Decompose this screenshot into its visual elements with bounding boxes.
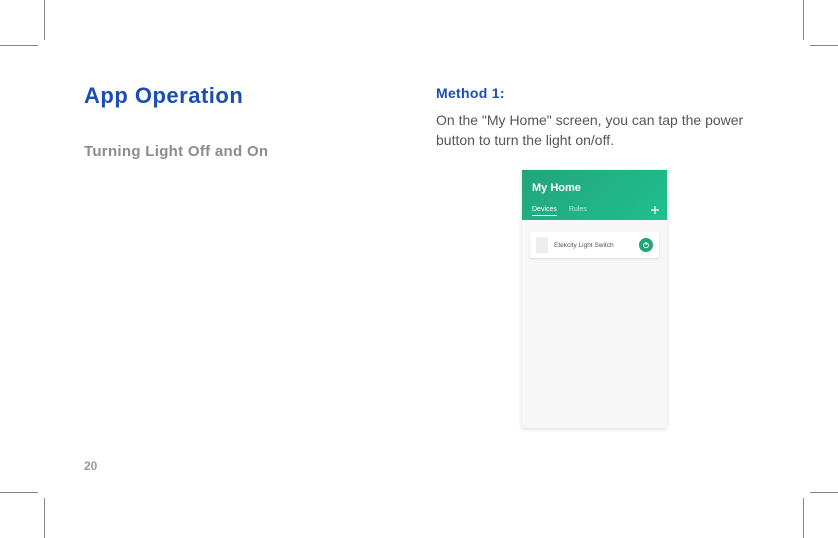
phone-app-title: My Home: [532, 182, 581, 194]
phone-screenshot: My Home Devices Rules Etekcity Light Swi…: [522, 170, 667, 428]
crop-mark: [810, 492, 838, 493]
section-title: App Operation: [84, 83, 384, 109]
tab-devices[interactable]: Devices: [532, 206, 557, 216]
power-button[interactable]: [639, 238, 653, 252]
crop-mark: [44, 498, 45, 538]
phone-tabs: Devices Rules: [532, 206, 587, 216]
phone-header: My Home Devices Rules: [522, 170, 667, 220]
crop-mark: [0, 492, 38, 493]
device-label: Etekcity Light Switch: [554, 242, 633, 249]
crop-mark: [0, 45, 38, 46]
plus-icon[interactable]: [651, 206, 659, 214]
subsection-title: Turning Light Off and On: [84, 143, 384, 160]
crop-mark: [803, 0, 804, 40]
crop-mark: [810, 45, 838, 46]
method-title: Method 1:: [436, 85, 776, 101]
crop-mark: [803, 498, 804, 538]
crop-mark: [44, 0, 45, 40]
page-number: 20: [84, 459, 97, 473]
device-thumbnail: [536, 237, 548, 253]
device-row[interactable]: Etekcity Light Switch: [530, 232, 659, 258]
left-column: App Operation Turning Light Off and On: [84, 83, 384, 160]
document-page: App Operation Turning Light Off and On M…: [44, 45, 804, 493]
tab-rules[interactable]: Rules: [569, 206, 587, 216]
right-column: Method 1: On the "My Home" screen, you c…: [436, 85, 776, 150]
method-body: On the "My Home" screen, you can tap the…: [436, 111, 776, 150]
